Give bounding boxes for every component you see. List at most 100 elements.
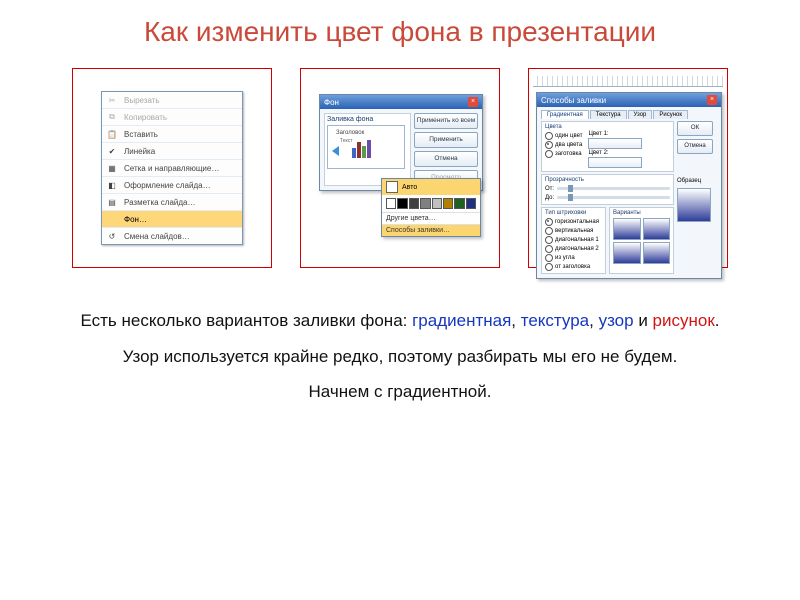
- context-menu-item[interactable]: ✔ Линейка: [102, 143, 242, 160]
- fill-effects-item[interactable]: Способы заливки…: [382, 224, 480, 236]
- menu-item-icon: ◧: [104, 179, 120, 191]
- background-dialog: Фон × Заливка фона Заголовок Текст: [319, 94, 483, 191]
- from-label: От:: [545, 186, 554, 192]
- preview-text: Текст: [340, 138, 353, 144]
- menu-item-icon: ▤: [104, 196, 120, 208]
- more-colors-item[interactable]: Другие цвета…: [382, 212, 480, 224]
- color-swatch[interactable]: [454, 198, 464, 209]
- radio-label: один цвет: [555, 133, 582, 139]
- shading-radios: горизонтальная вертикальнаядиагональная 1…: [545, 217, 602, 271]
- context-menu-item[interactable]: ⧉Копировать: [102, 109, 242, 126]
- color-swatches[interactable]: [382, 195, 480, 212]
- radio-label: диагональная 2: [555, 246, 599, 252]
- radio-option[interactable]: из угла: [545, 253, 602, 262]
- radio-option[interactable]: заготовка: [545, 149, 582, 158]
- radio-option[interactable]: от заголовка: [545, 262, 602, 271]
- radio-option[interactable]: один цвет: [545, 131, 582, 140]
- sample-swatch: [677, 188, 711, 222]
- radio-label: горизонтальная: [555, 219, 599, 225]
- pentagon-icon: [332, 146, 339, 156]
- color1-combo[interactable]: [588, 138, 642, 149]
- ok-button[interactable]: ОК: [677, 121, 713, 136]
- text: .: [715, 311, 720, 330]
- radio-icon: [545, 132, 553, 140]
- color2-combo[interactable]: [588, 157, 642, 168]
- menu-item-icon: 📋: [104, 128, 120, 140]
- colors-group-label: Цвета: [545, 124, 670, 130]
- screenshot-1: ✂Вырезать⧉Копировать 📋 Вставить ✔ Линейка ▦Се…: [72, 68, 272, 268]
- radio-option[interactable]: вертикальная: [545, 226, 602, 235]
- context-menu-item[interactable]: ↺ Смена слайдов…: [102, 228, 242, 244]
- radio-icon: [545, 150, 553, 158]
- tab[interactable]: Узор: [628, 110, 653, 119]
- text-picture: рисунок: [653, 311, 715, 330]
- radio-option[interactable]: два цвета: [545, 140, 582, 149]
- context-menu-item[interactable]: ◧ Оформление слайда…: [102, 177, 242, 194]
- apply-all-button[interactable]: Применить ко всем: [414, 113, 478, 129]
- radio-icon: [545, 141, 553, 149]
- dialog-title: Фон: [324, 98, 339, 107]
- text: и: [634, 311, 653, 330]
- menu-item-icon: ✔: [104, 145, 120, 157]
- radio-option[interactable]: диагональная 2: [545, 244, 602, 253]
- menu-item-label: Вырезать: [124, 96, 160, 105]
- tab[interactable]: Градиентная: [541, 110, 589, 119]
- apply-button[interactable]: Применить: [414, 132, 478, 148]
- context-menu-item[interactable]: ▤Разметка слайда…: [102, 194, 242, 211]
- radio-option[interactable]: горизонтальная: [545, 217, 602, 226]
- text-gradient: градиентная: [412, 311, 511, 330]
- auto-label: Авто: [402, 184, 417, 191]
- color-swatch[interactable]: [432, 198, 442, 209]
- color-swatch[interactable]: [386, 198, 396, 209]
- radio-label: вертикальная: [555, 228, 593, 234]
- text: Начнем с градиентной.: [40, 379, 760, 405]
- radio-icon: [545, 263, 553, 271]
- radio-icon: [545, 236, 553, 244]
- menu-item-label: Линейка: [124, 147, 155, 156]
- auto-color-item[interactable]: Авто: [382, 179, 480, 195]
- slide-preview: Заголовок Текст: [327, 125, 405, 169]
- color-swatch[interactable]: [443, 198, 453, 209]
- slide-title: Как изменить цвет фона в презентации: [0, 0, 800, 58]
- transparency-label: Прозрачность: [545, 177, 670, 183]
- radio-option[interactable]: диагональная 1: [545, 235, 602, 244]
- close-icon[interactable]: ×: [468, 97, 478, 107]
- context-menu: ✂Вырезать⧉Копировать 📋 Вставить ✔ Линейка ▦Се…: [101, 91, 243, 245]
- variants-label: Варианты: [613, 210, 670, 216]
- color-swatch[interactable]: [466, 198, 476, 209]
- text-texture: текстура: [521, 311, 589, 330]
- color-swatch[interactable]: [409, 198, 419, 209]
- menu-item-label: Вставить: [124, 130, 158, 139]
- text: ,: [589, 311, 598, 330]
- menu-item-label: Фон…: [124, 215, 147, 224]
- menu-item-label: Смена слайдов…: [124, 232, 190, 241]
- to-slider[interactable]: [557, 196, 670, 199]
- context-menu-item[interactable]: 📋 Вставить: [102, 126, 242, 143]
- context-menu-item[interactable]: ✂Вырезать: [102, 92, 242, 109]
- tab[interactable]: Текстура: [590, 110, 627, 119]
- text: ,: [511, 311, 520, 330]
- menu-item-icon: ▦: [104, 162, 120, 174]
- variants-grid[interactable]: [613, 218, 670, 264]
- text: Есть несколько вариантов заливки фона:: [80, 311, 412, 330]
- context-menu-item[interactable]: ▦Сетка и направляющие…: [102, 160, 242, 177]
- menu-item-icon: ↺: [104, 230, 120, 242]
- close-icon[interactable]: ×: [707, 95, 717, 105]
- tabs: ГрадиентнаяТекстураУзорРисунок: [541, 110, 717, 119]
- sample-label: Образец: [677, 178, 717, 184]
- cancel-button[interactable]: Отмена: [414, 151, 478, 167]
- ruler: [533, 76, 723, 87]
- radio-label: заготовка: [555, 151, 582, 157]
- menu-item-icon: ⧉: [104, 111, 120, 123]
- context-menu-item[interactable]: Фон…: [102, 211, 242, 228]
- to-label: До:: [545, 195, 554, 201]
- radio-icon: [545, 245, 553, 253]
- tab[interactable]: Рисунок: [653, 110, 688, 119]
- color-swatch[interactable]: [420, 198, 430, 209]
- fill-label: Заливка фона: [327, 116, 408, 123]
- from-slider[interactable]: [557, 187, 670, 190]
- cancel-button[interactable]: Отмена: [677, 139, 713, 154]
- color-swatch[interactable]: [397, 198, 407, 209]
- menu-item-label: Оформление слайда…: [124, 181, 211, 190]
- screenshot-2: Фон × Заливка фона Заголовок Текст: [300, 68, 500, 268]
